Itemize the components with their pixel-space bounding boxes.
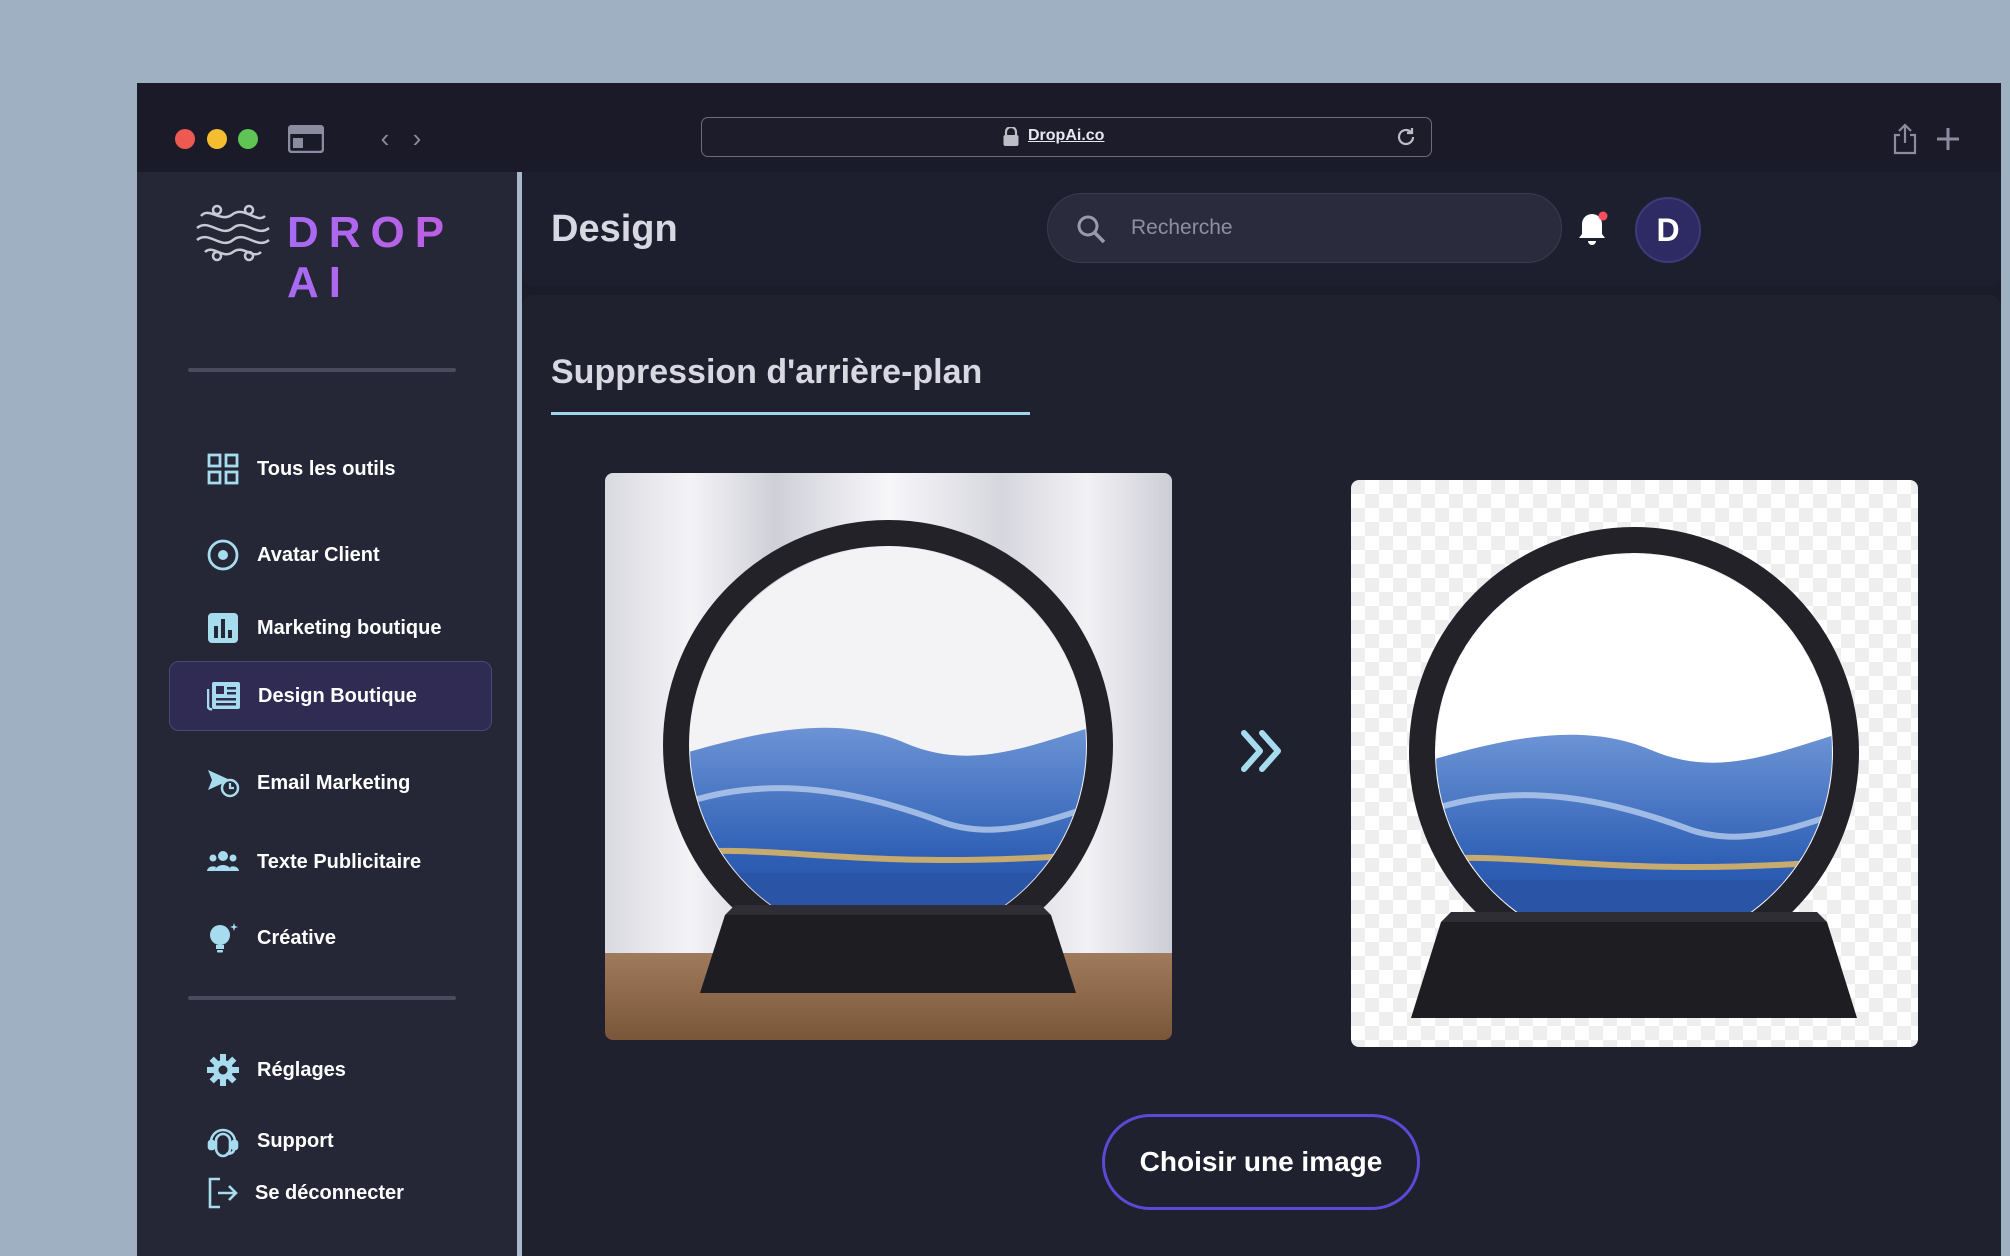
sidebar-item-tous-les-outils[interactable]: Tous les outils bbox=[169, 434, 492, 504]
page-title: Design bbox=[551, 208, 678, 250]
main-content: Suppression d'arrière-plan Choisir une i… bbox=[522, 295, 2001, 1256]
sidebar-item-label: Texte Publicitaire bbox=[257, 850, 422, 873]
sidebar-item-label: Créative bbox=[257, 926, 336, 949]
sidebar-item-avatar-client[interactable]: Avatar Client bbox=[169, 520, 492, 590]
sidebar-item-label: Design Boutique bbox=[258, 684, 417, 707]
double-chevron-right-icon bbox=[1241, 730, 1281, 772]
original-image bbox=[605, 473, 1172, 1040]
url-text[interactable]: DropAi.co bbox=[1028, 127, 1104, 145]
forward-icon[interactable]: › bbox=[407, 123, 427, 153]
sidebar-item-label: Réglages bbox=[257, 1058, 346, 1081]
newspaper-icon bbox=[206, 678, 242, 714]
logo-text: DROP AI bbox=[287, 208, 515, 308]
gear-icon bbox=[205, 1052, 241, 1088]
sidebar-item-marketing-boutique[interactable]: Marketing boutique bbox=[169, 593, 492, 663]
reload-icon[interactable] bbox=[1395, 126, 1417, 148]
search-input[interactable] bbox=[1131, 210, 1531, 246]
target-icon bbox=[205, 537, 241, 573]
search-icon bbox=[1077, 215, 1106, 244]
sidebar-item-label: Email Marketing bbox=[257, 771, 411, 794]
search-box[interactable] bbox=[1047, 193, 1562, 263]
send-clock-icon bbox=[205, 765, 241, 801]
sidebar-divider bbox=[188, 996, 456, 1000]
sidebar-item-se-deconnecter[interactable]: Se déconnecter bbox=[169, 1158, 492, 1228]
minimize-window-button[interactable] bbox=[207, 129, 227, 149]
logout-icon bbox=[205, 1175, 241, 1211]
close-window-button[interactable] bbox=[175, 129, 195, 149]
section-title-underline bbox=[551, 412, 1030, 415]
browser-window: ‹ › DropAi.co DROP AI Tous les outils Av… bbox=[137, 83, 2001, 1256]
section-title: Suppression d'arrière-plan bbox=[551, 353, 983, 391]
sidebar-item-creative[interactable]: Créative bbox=[169, 903, 492, 973]
support-agent-icon bbox=[205, 1123, 241, 1159]
grid-icon bbox=[205, 451, 241, 487]
share-icon[interactable] bbox=[1892, 123, 1918, 155]
sidebar-item-label: Marketing boutique bbox=[257, 616, 442, 639]
sidebar-item-texte-publicitaire[interactable]: Texte Publicitaire bbox=[169, 827, 492, 897]
top-header: Design D bbox=[522, 172, 2001, 286]
notification-bell-icon[interactable] bbox=[1575, 210, 1609, 248]
result-image bbox=[1351, 480, 1918, 1047]
back-icon[interactable]: ‹ bbox=[375, 123, 395, 153]
people-icon bbox=[205, 844, 241, 880]
lightbulb-icon bbox=[205, 920, 241, 956]
choose-image-button[interactable]: Choisir une image bbox=[1102, 1114, 1420, 1210]
new-tab-icon[interactable] bbox=[1934, 125, 1962, 153]
browser-titlebar: ‹ › DropAi.co bbox=[137, 83, 2001, 172]
sidebar: DROP AI Tous les outils Avatar Client Ma… bbox=[137, 172, 517, 1256]
lock-icon bbox=[1003, 127, 1019, 146]
sidebar-item-label: Support bbox=[257, 1129, 334, 1152]
sidebar-item-reglages[interactable]: Réglages bbox=[169, 1035, 492, 1105]
sidebar-toggle-icon[interactable] bbox=[288, 125, 324, 153]
sidebar-item-design-boutique[interactable]: Design Boutique bbox=[169, 661, 492, 731]
bar-chart-icon bbox=[205, 610, 241, 646]
avatar[interactable]: D bbox=[1635, 197, 1701, 263]
sidebar-item-label: Tous les outils bbox=[257, 457, 396, 480]
sidebar-item-email-marketing[interactable]: Email Marketing bbox=[169, 748, 492, 818]
sidebar-item-label: Se déconnecter bbox=[255, 1181, 404, 1204]
address-bar[interactable]: DropAi.co bbox=[701, 117, 1432, 157]
logo: DROP AI bbox=[195, 202, 515, 307]
maximize-window-button[interactable] bbox=[238, 129, 258, 149]
sidebar-item-label: Avatar Client bbox=[257, 543, 380, 566]
notification-dot bbox=[1598, 211, 1608, 221]
sidebar-divider bbox=[188, 368, 456, 372]
logo-icon bbox=[196, 204, 270, 262]
